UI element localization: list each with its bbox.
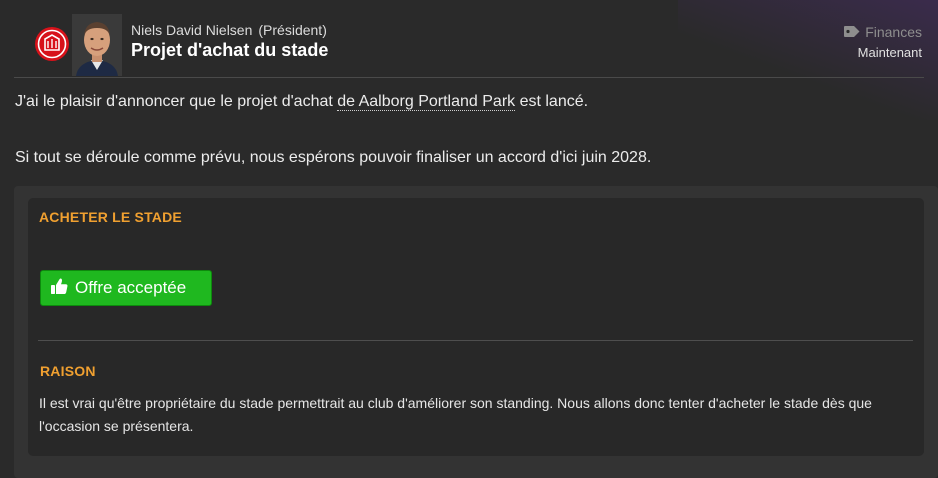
sender-role: (Président) — [258, 22, 327, 38]
message-paragraph-2: Si tout se déroule comme prévu, nous esp… — [15, 149, 652, 166]
stadium-link[interactable]: de Aalborg Portland Park — [337, 93, 516, 111]
reason-section-title: RAISON — [40, 363, 96, 379]
club-crest-icon — [34, 26, 70, 62]
paragraph-1-prefix: J'ai le plaisir d'annoncer que le projet… — [15, 93, 338, 110]
buy-stadium-section-title: ACHETER LE STADE — [39, 209, 182, 225]
header-divider — [14, 77, 924, 78]
message-time: Maintenant — [857, 45, 922, 60]
reason-text: Il est vrai qu'être propriétaire du stad… — [39, 395, 872, 434]
category-label: Finances — [865, 24, 922, 40]
sender-avatar[interactable] — [72, 14, 122, 76]
offer-accepted-button[interactable]: Offre acceptée — [40, 270, 212, 306]
paragraph-1-suffix: est lancé. — [515, 93, 589, 110]
message-header: Niels David Nielsen (Président) Projet d'… — [0, 0, 938, 78]
offer-accepted-label: Offre acceptée — [75, 278, 187, 297]
message-category: Finances — [844, 24, 922, 40]
thumbs-up-icon — [51, 278, 68, 299]
tag-icon — [844, 24, 860, 40]
sender-line: Niels David Nielsen (Président) — [131, 22, 327, 38]
sender-name[interactable]: Niels David Nielsen — [131, 22, 252, 38]
message-paragraph-1: J'ai le plaisir d'annoncer que le projet… — [15, 93, 588, 111]
section-divider — [38, 340, 913, 341]
message-subject: Projet d'achat du stade — [131, 40, 329, 60]
